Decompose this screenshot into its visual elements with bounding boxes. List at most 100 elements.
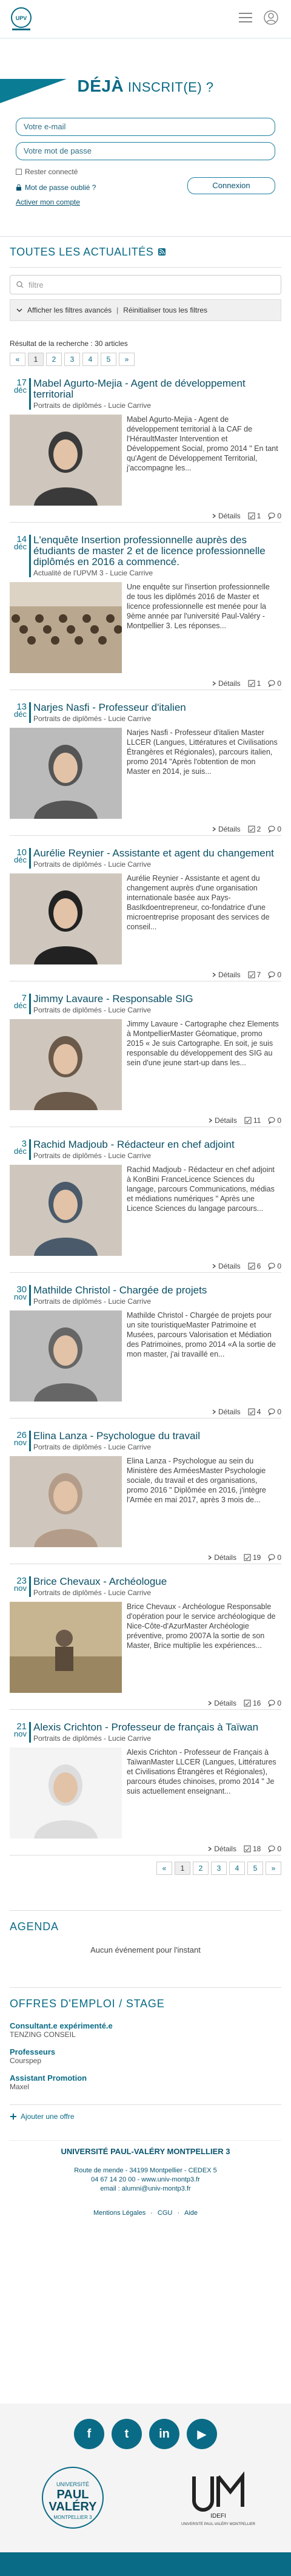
job-title[interactable]: Consultant.e expérimenté.e — [10, 2021, 281, 2030]
article-category: Portraits de diplômés - Lucie Carrive — [33, 714, 152, 723]
article-likes[interactable]: 11 — [244, 1116, 261, 1125]
article-title[interactable]: Brice Chevaux - Archéologue — [33, 1576, 281, 1587]
article-accent-bar — [29, 1576, 31, 1597]
article-photo[interactable] — [10, 1602, 122, 1693]
article-details-link[interactable]: Détails — [207, 1845, 236, 1853]
pager-page[interactable]: 5 — [247, 1862, 263, 1875]
pager-page[interactable]: 5 — [101, 353, 116, 366]
article-date: 13 déc — [14, 702, 27, 719]
article-photo[interactable] — [10, 1019, 122, 1110]
job-title[interactable]: Professeurs — [10, 2047, 281, 2056]
twitter-icon[interactable]: t — [112, 2419, 142, 2449]
legal-link-mentions[interactable]: Mentions Légales — [93, 2209, 146, 2217]
article-likes[interactable]: 6 — [248, 1262, 261, 1270]
article-details-link[interactable]: Détails — [212, 512, 241, 520]
article-details-link[interactable]: Détails — [212, 971, 241, 979]
legal-link-help[interactable]: Aide — [184, 2209, 198, 2217]
article-photo[interactable] — [10, 1747, 122, 1839]
article-likes[interactable]: 18 — [244, 1845, 261, 1853]
pager-next[interactable]: » — [266, 1862, 281, 1875]
article-likes[interactable]: 7 — [248, 971, 261, 979]
article-likes[interactable]: 19 — [244, 1553, 261, 1562]
job-title[interactable]: Assistant Promotion — [10, 2073, 281, 2083]
job-offer-item[interactable]: Assistant Promotion Maxel — [10, 2073, 281, 2091]
article-comments[interactable]: 0 — [268, 1116, 281, 1125]
article-details-link[interactable]: Détails — [208, 1116, 237, 1125]
paul-valery-logo[interactable]: UNIVERSITÉ PAUL VALÉRY MONTPELLIER 3 — [30, 2464, 115, 2531]
article-likes[interactable]: 2 — [248, 825, 261, 833]
article-title[interactable]: Narjes Nasfi - Professeur d'italien — [33, 702, 281, 713]
article-comments[interactable]: 0 — [268, 1845, 281, 1853]
youtube-icon[interactable]: ▶ — [187, 2419, 217, 2449]
pager-page[interactable]: 4 — [82, 353, 98, 366]
pager-page[interactable]: 1 — [28, 353, 44, 366]
legal-link-cgu[interactable]: CGU — [158, 2209, 172, 2217]
job-offer-item[interactable]: Professeurs Courspep — [10, 2047, 281, 2065]
article-details-link[interactable]: Détails — [207, 1699, 236, 1707]
pager-page[interactable]: 3 — [211, 1862, 227, 1875]
pager-page[interactable]: 2 — [193, 1862, 209, 1875]
pager-page[interactable]: 3 — [64, 353, 80, 366]
article-date: 26 nov — [14, 1430, 27, 1447]
article-title[interactable]: Aurélie Reynier - Assistante et agent du… — [33, 848, 281, 859]
idefi-logo[interactable]: IDEFI UNIVERSITÉ PAUL-VALÉRY MONTPELLIER — [176, 2464, 261, 2531]
user-icon[interactable] — [263, 10, 279, 25]
article-comments[interactable]: 0 — [268, 1408, 281, 1416]
pager-page[interactable]: 2 — [46, 353, 62, 366]
advanced-filters-toggle[interactable]: Afficher les filtres avancés — [27, 306, 112, 314]
article-photo[interactable] — [10, 1165, 122, 1256]
article-title[interactable]: L'enquête Insertion professionnelle aupr… — [33, 535, 281, 568]
article-details-link[interactable]: Détails — [207, 1553, 236, 1562]
article-photo[interactable] — [10, 873, 122, 964]
forgot-password-link[interactable]: Mot de passe oublié ? — [16, 183, 96, 192]
rss-icon[interactable] — [158, 248, 166, 256]
university-logo[interactable]: UPV — [8, 5, 34, 32]
article-photo[interactable] — [10, 1456, 122, 1547]
article-likes[interactable]: 4 — [248, 1408, 261, 1416]
article-comments[interactable]: 0 — [268, 1553, 281, 1562]
article-photo[interactable] — [10, 582, 122, 673]
reset-filters-link[interactable]: Réinitialiser tous les filtres — [123, 306, 207, 314]
article-comments[interactable]: 0 — [268, 512, 281, 520]
password-field[interactable]: Votre mot de passe — [16, 142, 275, 160]
pager-page[interactable]: 4 — [229, 1862, 245, 1875]
login-button[interactable]: Connexion — [187, 177, 275, 194]
article-photo[interactable] — [10, 1310, 122, 1402]
article-details-link[interactable]: Détails — [212, 1408, 241, 1416]
footer-email[interactable]: email : alumni@univ-montp3.fr — [100, 2185, 190, 2192]
job-offer-item[interactable]: Consultant.e expérimenté.e TENZING CONSEI… — [10, 2021, 281, 2039]
article-comments[interactable]: 0 — [268, 1262, 281, 1270]
pager-page[interactable]: 1 — [175, 1862, 190, 1875]
article-likes[interactable]: 1 — [248, 512, 261, 520]
article-comments[interactable]: 0 — [268, 825, 281, 833]
pager-prev[interactable]: « — [156, 1862, 172, 1875]
article-comments[interactable]: 0 — [268, 679, 281, 688]
article-title[interactable]: Alexis Crichton - Professeur de français… — [33, 1722, 281, 1733]
article-photo[interactable] — [10, 415, 122, 506]
email-field[interactable]: Votre e-mail — [16, 118, 275, 136]
footer-phone[interactable]: 04 67 14 20 00 - www.univ-montp3.fr — [91, 2176, 200, 2183]
news-search-input[interactable]: filtre — [10, 275, 281, 294]
article-comments[interactable]: 0 — [268, 1699, 281, 1707]
article-details-link[interactable]: Détails — [212, 825, 241, 833]
article-likes[interactable]: 1 — [248, 679, 261, 688]
like-icon — [248, 1408, 255, 1415]
article-comments[interactable]: 0 — [268, 971, 281, 979]
pager-next[interactable]: » — [119, 353, 135, 366]
article-details-link[interactable]: Détails — [212, 1262, 241, 1270]
activate-account-link[interactable]: Activer mon compte — [16, 198, 80, 206]
article-details-link[interactable]: Détails — [212, 679, 241, 688]
article-title[interactable]: Mabel Agurto-Mejia - Agent de développem… — [33, 378, 281, 400]
article-title[interactable]: Mathilde Christol - Chargée de projets — [33, 1285, 281, 1296]
article-title[interactable]: Rachid Madjoub - Rédacteur en chef adjoi… — [33, 1139, 281, 1150]
article-likes[interactable]: 16 — [244, 1699, 261, 1707]
article-title[interactable]: Elina Lanza - Psychologue du travail — [33, 1431, 281, 1442]
facebook-icon[interactable]: f — [74, 2419, 104, 2449]
article-photo[interactable] — [10, 728, 122, 819]
add-offer-link[interactable]: Ajouter une offre — [10, 2104, 281, 2121]
article-title[interactable]: Jimmy Lavaure - Responsable SIG — [33, 994, 281, 1005]
remember-checkbox[interactable]: Rester connecté — [16, 168, 78, 176]
pager-prev[interactable]: « — [10, 353, 25, 366]
hamburger-icon[interactable] — [238, 10, 253, 25]
linkedin-icon[interactable]: in — [149, 2419, 179, 2449]
